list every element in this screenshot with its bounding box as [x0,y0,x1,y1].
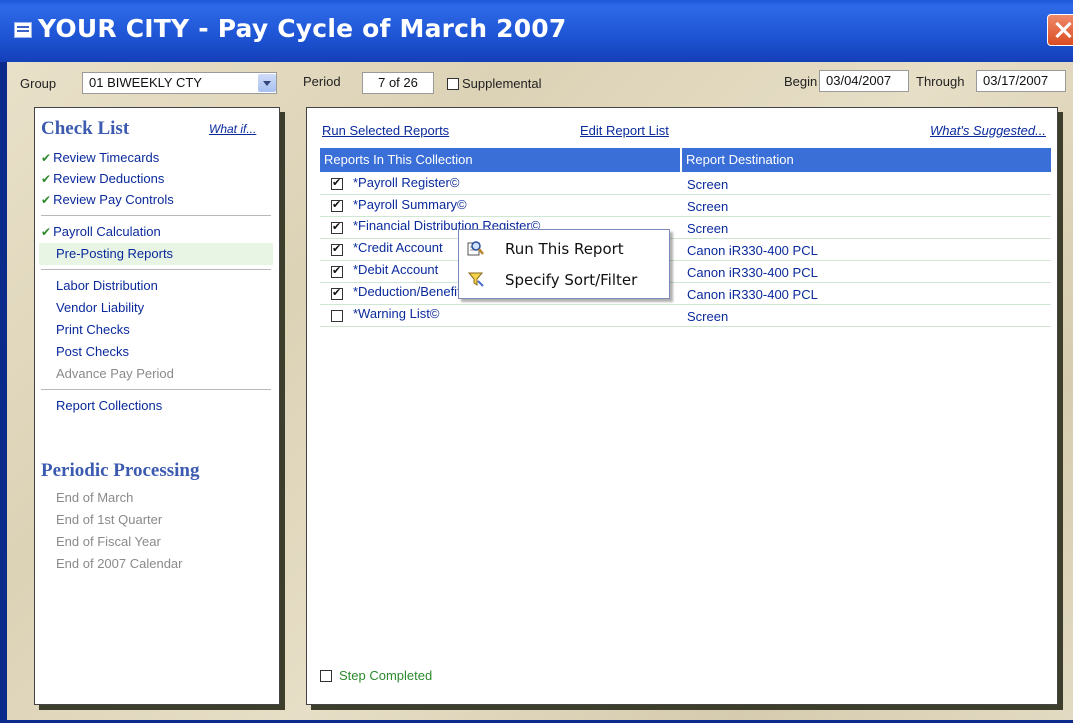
whats-suggested-link[interactable]: What's Suggested... [930,123,1046,138]
report-checkbox[interactable] [331,286,343,300]
report-checkbox[interactable] [331,176,343,190]
through-label: Through [916,74,965,89]
supplemental-label: Supplemental [462,76,542,91]
report-destination[interactable]: Screen [687,309,728,324]
period-value: 7 of 26 [378,75,418,90]
row-divider [320,216,1051,217]
report-checkbox[interactable] [331,220,343,234]
check-icon: ✔ [41,172,52,186]
report-checkbox[interactable] [331,264,343,278]
check-icon: ✔ [41,225,52,239]
step-completed-checkbox[interactable] [320,670,332,682]
sidebar-item-review-timecards[interactable]: ✔ Review Timecards [41,150,159,165]
sidebar-item-payroll-calculation[interactable]: ✔ Payroll Calculation [41,224,161,239]
sidebar-item-advance-pay-period: Advance Pay Period [56,366,174,381]
context-item-label: Run This Report [505,240,624,258]
period-label: Period [303,74,341,89]
edit-report-list-link[interactable]: Edit Report List [580,123,669,138]
reports-panel: Run Selected Reports Edit Report List Wh… [306,107,1058,705]
report-name: *Payroll Register© [353,175,460,190]
report-name: *Debit Account [353,262,439,277]
sidebar-item-label: Review Pay Controls [53,192,174,207]
periodic-item-end-of-fiscal-year: End of Fiscal Year [56,534,161,549]
check-icon: ✔ [41,151,52,165]
close-button[interactable] [1047,14,1073,46]
periodic-item-end-of-march: End of March [56,490,134,505]
column-header-destination[interactable]: Report Destination [682,148,1051,172]
step-completed-label: Step Completed [339,668,433,683]
title-bar[interactable]: YOUR CITY - Pay Cycle of March 2007 [0,0,1073,62]
row-divider [320,304,1051,305]
report-name: *Warning List© [353,306,440,321]
row-divider [320,238,1051,239]
through-date-value: 03/17/2007 [983,73,1049,88]
begin-label: Begin [784,74,818,89]
report-checkbox[interactable] [331,198,343,212]
begin-date-field[interactable]: 03/04/2007 [819,70,909,92]
report-destination[interactable]: Screen [687,199,728,214]
magnifier-report-icon [467,241,484,256]
group-select[interactable]: 01 BIWEEKLY CTY [82,72,277,94]
window-title: YOUR CITY - Pay Cycle of March 2007 [38,14,567,43]
context-menu: Run This Report Specify Sort/Filter [458,229,670,299]
report-destination[interactable]: Canon iR330-400 PCL [687,265,818,280]
sidebar-item-post-checks[interactable]: Post Checks [56,344,129,359]
report-name: *Credit Account [353,240,443,255]
sidebar-item-vendor-liability[interactable]: Vendor Liability [56,300,144,315]
supplemental-checkbox[interactable] [447,78,459,90]
checklist-title: Check List [41,118,130,139]
row-divider [320,282,1051,283]
app-window: YOUR CITY - Pay Cycle of March 2007 Grou… [0,0,1073,723]
report-checkbox[interactable] [331,310,343,322]
group-label: Group [20,76,57,91]
context-item-label: Specify Sort/Filter [505,271,638,289]
row-divider [320,194,1051,195]
run-selected-reports-link[interactable]: Run Selected Reports [322,123,449,138]
group-value: 01 BIWEEKLY CTY [89,75,202,90]
report-destination[interactable]: Screen [687,221,728,236]
sidebar-item-review-deductions[interactable]: ✔ Review Deductions [41,171,164,186]
periodic-item-end-of-calendar: End of 2007 Calendar [56,556,183,571]
client-area: Group 01 BIWEEKLY CTY Period 7 of 26 Sup… [7,62,1073,720]
sidebar-item-review-pay-controls[interactable]: ✔ Review Pay Controls [41,192,174,207]
sidebar-item-print-checks[interactable]: Print Checks [56,322,130,337]
divider [41,269,271,270]
period-field[interactable]: 7 of 26 [362,72,434,94]
row-divider [320,326,1051,327]
divider [41,389,271,390]
report-destination[interactable]: Canon iR330-400 PCL [687,243,818,258]
check-icon: ✔ [41,193,52,207]
sidebar-item-report-collections[interactable]: Report Collections [56,398,162,413]
funnel-filter-icon [467,272,484,287]
periodic-item-end-of-quarter: End of 1st Quarter [56,512,163,527]
divider [41,215,271,216]
checklist-panel: Check List What if... ✔ Review Timecards … [34,107,280,705]
periodic-processing-title: Periodic Processing [41,460,200,481]
what-if-link[interactable]: What if... [209,122,256,136]
column-header-reports[interactable]: Reports In This Collection [320,148,680,172]
sidebar-item-labor-distribution[interactable]: Labor Distribution [56,278,158,293]
report-name: *Payroll Summary© [353,197,467,212]
report-checkbox[interactable] [331,242,343,256]
begin-date-value: 03/04/2007 [826,73,892,88]
sidebar-item-pre-posting-reports[interactable]: Pre-Posting Reports [56,246,173,261]
chevron-down-icon[interactable] [258,74,276,92]
form-icon [14,22,32,38]
row-divider [320,260,1051,261]
sidebar-item-label: Review Timecards [53,150,160,165]
report-destination[interactable]: Canon iR330-400 PCL [687,287,818,302]
sidebar-item-label: Review Deductions [53,171,165,186]
sidebar-item-label: Payroll Calculation [53,224,161,239]
report-destination[interactable]: Screen [687,177,728,192]
through-date-field[interactable]: 03/17/2007 [976,70,1066,92]
